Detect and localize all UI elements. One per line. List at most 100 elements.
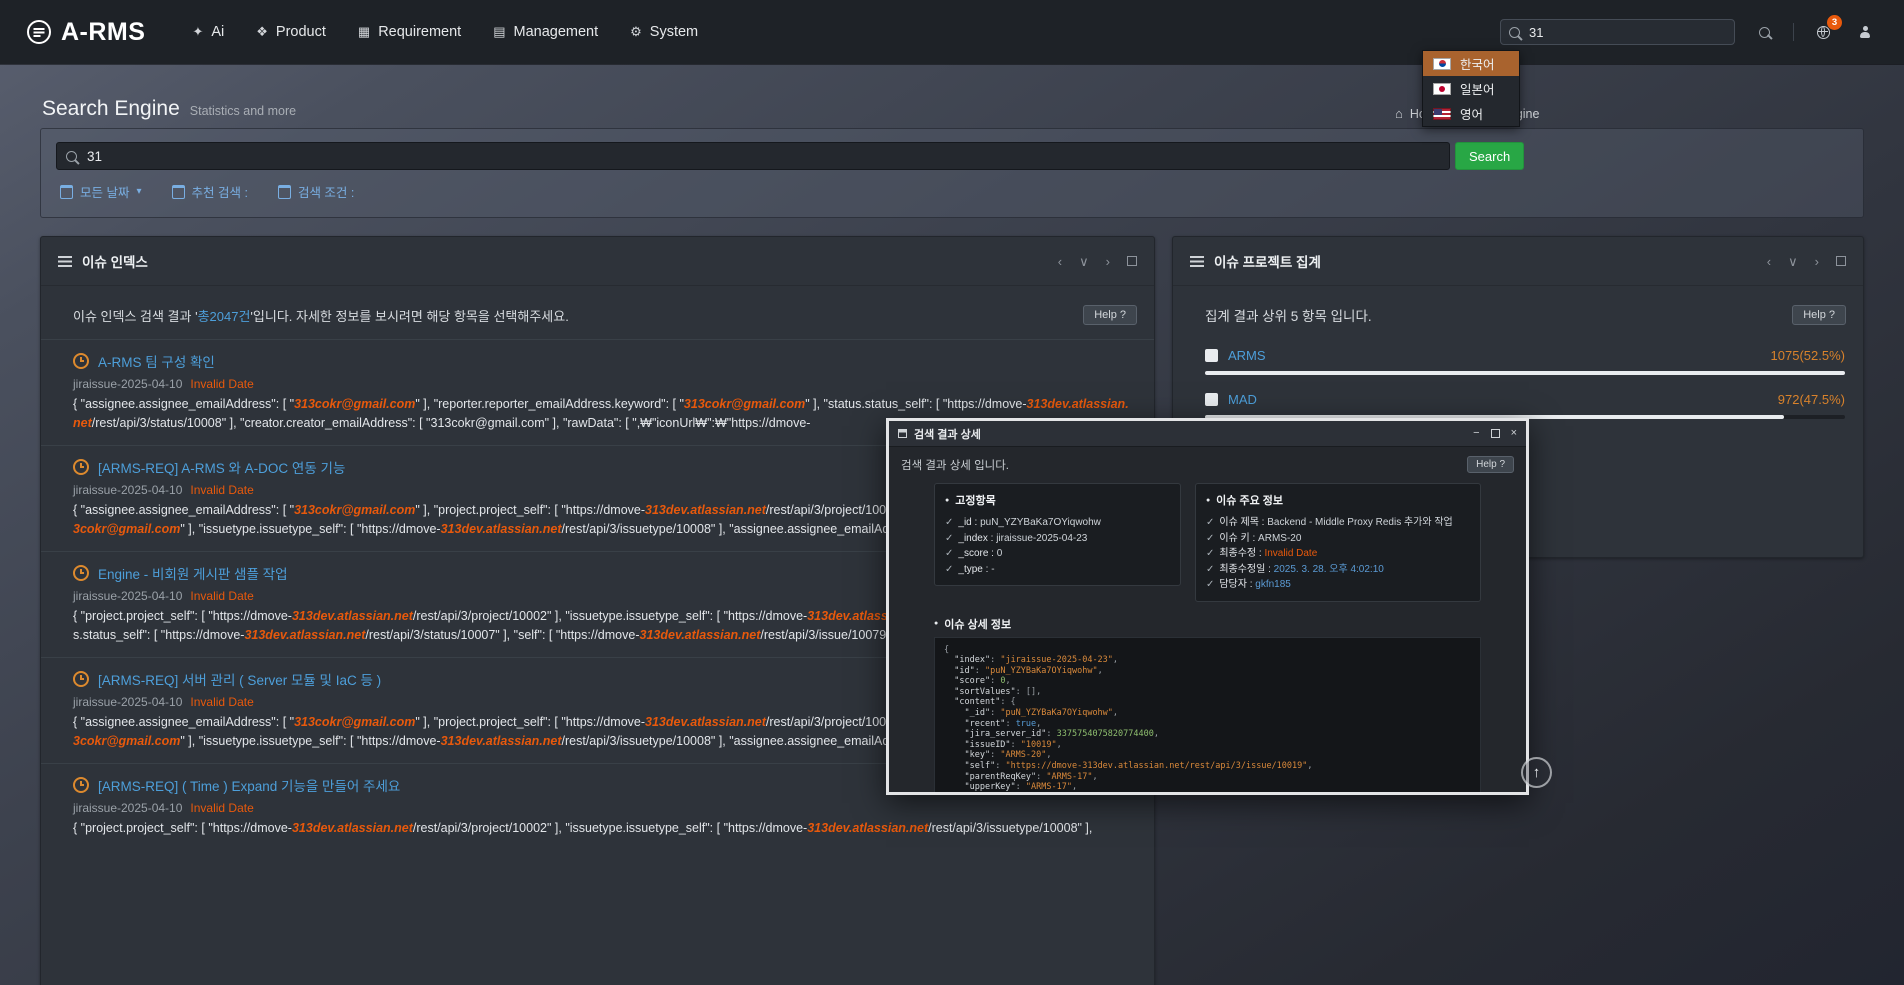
help-button[interactable]: Help ? [1792,305,1846,325]
detail-label: _type : [958,564,991,575]
chevron-left-icon[interactable]: ‹ [1767,255,1771,268]
detail-row: ✓_type : - [945,562,1170,578]
detail-row: ✓최종수정일 : 2025. 3. 28. 오후 4:02:10 [1206,562,1470,578]
issue-invalid-date: Invalid Date [190,695,253,709]
detail-value: jiraissue-2025-04-23 [996,533,1087,544]
search-highlight: 313dev.atlassian.net [807,821,928,835]
code-line: { [944,645,1471,656]
main-search-input[interactable] [56,142,1450,170]
notice-text: 이슈 인덱스 검색 결과 '총2047건'입니다. 자세한 정보를 보시려면 해… [73,306,569,325]
arrow-up-icon: ↑ [1533,764,1541,781]
language-toggle-button[interactable]: 3 [1810,19,1836,45]
code-line: "recent": true, [944,719,1471,730]
code-line: "_id": "puN_YZYBaKa7OYiqwohw", [944,708,1471,719]
project-name-link[interactable]: ARMS [1228,348,1266,363]
search-input-wrap [56,142,1450,170]
progress-bar [1205,371,1845,375]
project-count: 1075(52.5%) [1771,348,1845,363]
issue-title-link[interactable]: [ARMS-REQ] 서버 관리 ( Server 모듈 및 IaC 등 ) [98,669,381,689]
project-line: MAD972(47.5%) [1205,391,1845,407]
issue-invalid-date: Invalid Date [190,801,253,815]
help-button[interactable]: Help ? [1467,456,1514,473]
chevron-left-icon[interactable]: ‹ [1058,255,1062,268]
snippet-text: { "assignee.assignee_emailAddress": [ " [73,715,294,729]
language-option-kr[interactable]: 한국어 [1423,51,1519,76]
nav-item-label: Requirement [378,24,461,40]
nav-item-ai[interactable]: ✦Ai [179,15,237,49]
navbar-right: 3 [1500,19,1878,45]
brand[interactable]: A-RMS [26,18,145,47]
snippet-text: " ], "project.project_self": [ "https://… [415,715,645,729]
code-line: "jira_server_id": 3375754075820774400, [944,729,1471,740]
issue-title-link[interactable]: A-RMS 팀 구성 확인 [98,351,215,371]
search-highlight: 313cokr@gmail.com [294,397,415,411]
clock-icon [73,671,89,687]
search-icon [66,151,77,162]
checkbox[interactable] [1205,349,1218,362]
user-menu-button[interactable] [1852,19,1878,45]
search-filters: 모든 날짜▾ 추천 검색 : 검색 조건 : [56,182,1848,201]
check-icon: ✓ [1206,533,1214,544]
search-filter-0[interactable]: 모든 날짜▾ [60,182,142,201]
modal-titlebar[interactable]: 검색 결과 상세 − × [889,421,1526,447]
nav-item-management[interactable]: ▤ Management [480,15,611,49]
clock-icon [73,777,89,793]
check-icon: ✓ [945,517,953,528]
search-filter-1[interactable]: 추천 검색 : [172,182,248,201]
project-row: ARMS 1075(52.5%) [1173,339,1863,383]
chevron-down-icon[interactable]: ∨ [1079,255,1089,268]
page-title: Search Engine [42,97,180,121]
navbar-search-input[interactable] [1500,19,1735,45]
chevron-down-icon[interactable]: ∨ [1788,255,1798,268]
snippet-text: /rest/api/3/project/10002" ], "issuetype… [413,609,807,623]
search-row: Search [56,142,1848,170]
calendar-icon [278,185,291,199]
issue-index-label: jiraissue-2025-04-10 [73,483,182,497]
issue-title-link[interactable]: Engine - 비회원 게시판 샘플 작업 [98,563,288,583]
nav-item-system[interactable]: ⚙System [617,15,711,49]
search-panel: Search 모든 날짜▾ 추천 검색 : 검색 조건 : [40,128,1864,218]
search-submit-button[interactable]: Search [1455,142,1524,170]
scroll-to-top-button[interactable]: ↑ [1521,757,1552,788]
page-subtitle: Statistics and more [190,104,296,118]
expand-icon[interactable] [1836,256,1846,266]
close-icon[interactable]: × [1511,428,1517,439]
search-filter-2[interactable]: 검색 조건 : [278,182,354,201]
nav-item-label: Product [276,24,326,40]
issue-invalid-date: Invalid Date [190,483,253,497]
help-button[interactable]: Help ? [1083,305,1137,325]
search-button[interactable] [1751,19,1777,45]
snippet-text: /rest/api/3/status/10008" ], "creator.cr… [92,416,811,430]
chevron-right-icon[interactable]: › [1815,255,1819,268]
check-icon: ✓ [945,533,953,544]
user-icon [1859,26,1871,39]
tasks-icon: ▤ [493,24,505,40]
app-root: A-RMS ✦Ai❖Product▦Requirement ▤ Management… [0,0,1904,985]
nav-item-label: System [650,24,698,40]
code-line: "issueID": "10019", [944,740,1471,751]
clock-icon [73,353,89,369]
fixed-box-title-row: ● 고정항목 [945,492,1170,508]
search-highlight: 313dev.atlassian.net [244,628,365,642]
chevron-right-icon[interactable]: › [1106,255,1110,268]
clock-icon [73,459,89,475]
search-icon [1759,27,1770,38]
hamburger-icon [1190,256,1204,267]
detail-label: 최종수정 : [1219,548,1264,559]
nav-item-label: Management [514,24,599,40]
checkbox[interactable] [1205,393,1218,406]
check-icon: ✓ [1206,579,1214,590]
project-name-link[interactable]: MAD [1228,392,1257,407]
nav-item-product[interactable]: ❖Product [243,15,339,49]
language-option-jp[interactable]: 일본어 [1423,76,1519,101]
expand-icon[interactable] [1127,256,1137,266]
issue-title-link[interactable]: [ARMS-REQ] ( Time ) Expand 기능을 만들어 주세요 [98,775,400,795]
issue-title-link[interactable]: [ARMS-REQ] A-RMS 와 A-DOC 연동 기능 [98,457,345,477]
issue-notice: 이슈 인덱스 검색 결과 '총2047건'입니다. 자세한 정보를 보시려면 해… [56,299,1139,339]
nav-item-requirement[interactable]: ▦Requirement [345,15,474,49]
maximize-icon[interactable] [1491,429,1500,438]
issue-index-label: jiraissue-2025-04-10 [73,801,182,815]
minimize-icon[interactable]: − [1473,428,1479,439]
issue-index-label: jiraissue-2025-04-10 [73,695,182,709]
language-option-us[interactable]: 영어 [1423,101,1519,126]
